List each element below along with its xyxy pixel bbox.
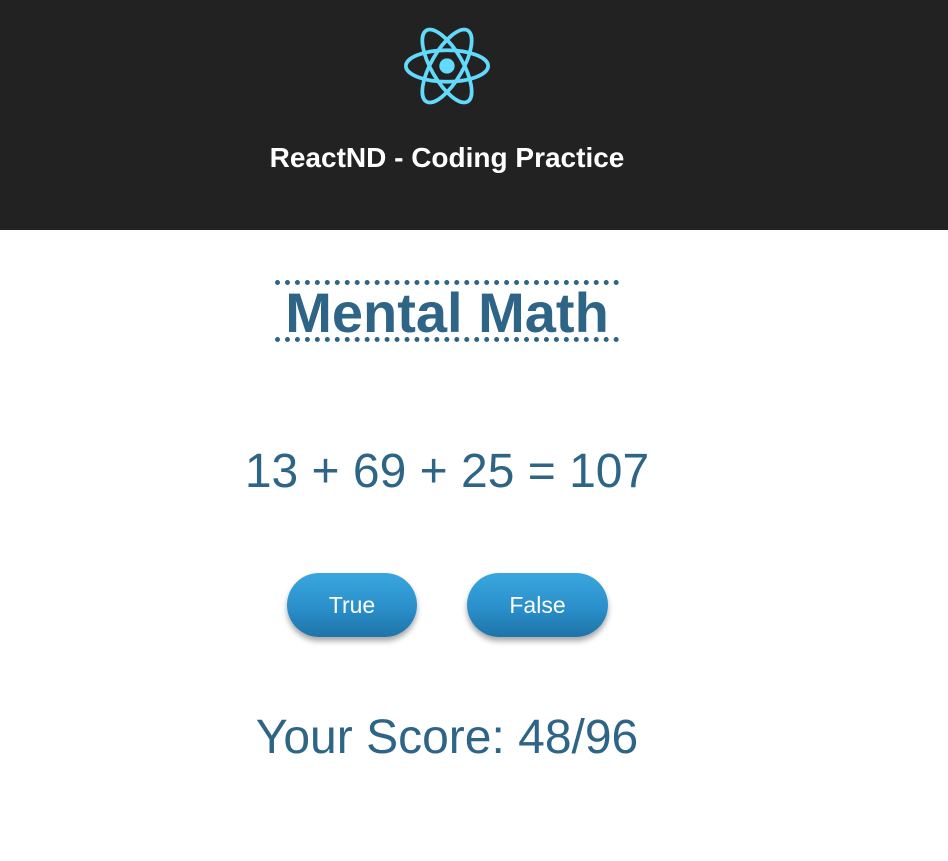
false-button[interactable]: False	[467, 573, 608, 637]
app-header: ReactND - Coding Practice	[0, 0, 948, 230]
react-logo-icon	[404, 27, 490, 105]
score-text: Your Score: 48/96	[255, 711, 639, 764]
equation-text: 13 + 69 + 25 = 107	[244, 445, 650, 498]
game-title: Mental Math	[275, 280, 619, 342]
app-title: ReactND - Coding Practice	[269, 142, 625, 173]
true-button[interactable]: True	[287, 573, 417, 637]
